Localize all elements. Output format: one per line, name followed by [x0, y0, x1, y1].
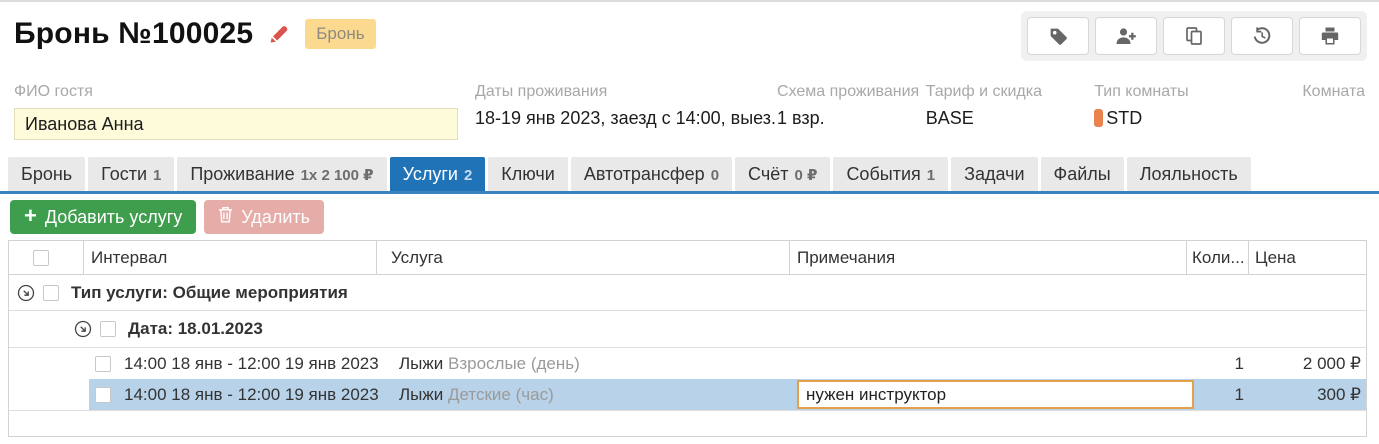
- room-type-color-marker: [1094, 109, 1104, 127]
- booking-summary-fields: ФИО гостя Даты проживания 18-19 янв 2023…: [0, 83, 1379, 140]
- edit-title-icon[interactable]: [267, 22, 291, 46]
- history-icon: [1252, 26, 1272, 46]
- services-actions: + Добавить услугу Удалить: [10, 200, 1379, 234]
- notes-editor-input[interactable]: нужен инструктор: [797, 380, 1194, 409]
- tab-keys[interactable]: Ключи: [488, 157, 568, 191]
- tag-button[interactable]: [1027, 17, 1089, 55]
- group-checkbox[interactable]: [43, 284, 59, 301]
- page-header: Бронь №100025 Бронь: [0, 2, 1379, 61]
- room-label: Комната: [1302, 83, 1365, 100]
- grid-header-row: Интервал Услуга Примечания Коли... Цена: [9, 241, 1366, 275]
- select-all-checkbox[interactable]: [33, 249, 49, 266]
- row-notes[interactable]: [797, 348, 1194, 379]
- row-checkbox[interactable]: [95, 355, 111, 372]
- tariff-label: Тариф и скидка: [925, 83, 1042, 100]
- column-header-notes[interactable]: Примечания: [789, 241, 1186, 274]
- occupancy-label: Схема проживания: [777, 83, 920, 100]
- stay-dates-label: Даты проживания: [475, 83, 608, 100]
- print-icon: [1320, 26, 1340, 46]
- row-interval: 14:00 18 янв - 12:00 19 янв 2023: [124, 384, 379, 404]
- guest-name-input[interactable]: [14, 108, 458, 140]
- tab-invoice[interactable]: Счёт 0 ₽: [735, 157, 831, 191]
- header-toolbar: [1021, 11, 1367, 61]
- history-button[interactable]: [1231, 17, 1293, 55]
- row-qty: 1: [1234, 384, 1244, 404]
- status-badge: Бронь: [305, 19, 376, 49]
- row-qty: 1: [1234, 353, 1244, 373]
- tab-services[interactable]: Услуги 2: [389, 157, 486, 191]
- service-row-selected[interactable]: 14:00 18 янв - 12:00 19 янв 2023 Лыжи Де…: [9, 379, 1366, 410]
- column-header-interval[interactable]: Интервал: [83, 241, 376, 274]
- add-guest-button[interactable]: [1095, 17, 1157, 55]
- column-header-qty[interactable]: Коли...: [1186, 241, 1248, 274]
- group-row-date: Дата: 18.01.2023: [9, 311, 1366, 348]
- tariff-value[interactable]: BASE: [926, 108, 1095, 129]
- column-header-service[interactable]: Услуга: [376, 241, 789, 274]
- occupancy-value[interactable]: 1 взр.: [777, 108, 926, 129]
- tab-transfer[interactable]: Автотрансфер 0: [570, 157, 733, 191]
- delete-service-button[interactable]: Удалить: [204, 200, 325, 234]
- row-notes-edit-cell[interactable]: нужен инструктор: [797, 379, 1194, 410]
- row-service: Лыжи Взрослые (день): [399, 353, 580, 373]
- service-row[interactable]: 14:00 18 янв - 12:00 19 янв 2023 Лыжи Вз…: [9, 348, 1366, 379]
- copy-button[interactable]: [1163, 17, 1225, 55]
- booking-tabs: Бронь Гости 1 Проживание 1x 2 100 ₽ Услуги…: [0, 157, 1379, 194]
- tab-tasks[interactable]: Задачи: [951, 157, 1038, 191]
- tab-booking[interactable]: Бронь: [8, 157, 86, 191]
- print-button[interactable]: [1299, 17, 1361, 55]
- copy-icon: [1184, 26, 1204, 46]
- row-price: 2 000 ₽: [1302, 353, 1361, 373]
- trash-icon: [218, 206, 233, 228]
- group-checkbox[interactable]: [100, 321, 116, 337]
- group-row-service-type: Тип услуги: Общие мероприятия: [9, 275, 1366, 311]
- tab-files[interactable]: Файлы: [1040, 157, 1124, 191]
- plus-icon: +: [24, 203, 37, 228]
- column-header-price[interactable]: Цена: [1248, 241, 1366, 274]
- tab-accommodation[interactable]: Проживание 1x 2 100 ₽: [177, 157, 387, 191]
- add-service-button[interactable]: + Добавить услугу: [10, 200, 197, 234]
- collapse-group-icon[interactable]: [74, 320, 92, 338]
- tab-events[interactable]: События 1: [833, 157, 949, 191]
- guest-name-label: ФИО гостя: [14, 83, 93, 100]
- row-interval: 14:00 18 янв - 12:00 19 янв 2023: [124, 353, 379, 373]
- collapse-group-icon[interactable]: [17, 284, 35, 302]
- tag-icon: [1048, 26, 1069, 47]
- page-title: Бронь №100025: [14, 17, 254, 50]
- room-type-value[interactable]: STD: [1094, 108, 1302, 129]
- tab-loyalty[interactable]: Лояльность: [1126, 157, 1251, 191]
- stay-dates-value[interactable]: 18-19 янв 2023, заезд с 14:00, выез...: [475, 108, 777, 129]
- row-service: Лыжи Детские (час): [399, 384, 554, 404]
- services-grid: Интервал Услуга Примечания Коли... Цена …: [8, 240, 1367, 437]
- group-label: Дата: 18.01.2023: [128, 319, 263, 338]
- tab-guests[interactable]: Гости 1: [88, 157, 175, 191]
- add-guest-icon: [1115, 26, 1137, 46]
- row-checkbox[interactable]: [95, 386, 111, 403]
- grid-empty-space: [9, 410, 1366, 431]
- row-price: 300 ₽: [1317, 384, 1361, 404]
- room-type-label: Тип комнаты: [1094, 83, 1189, 100]
- group-label: Тип услуги: Общие мероприятия: [71, 282, 348, 302]
